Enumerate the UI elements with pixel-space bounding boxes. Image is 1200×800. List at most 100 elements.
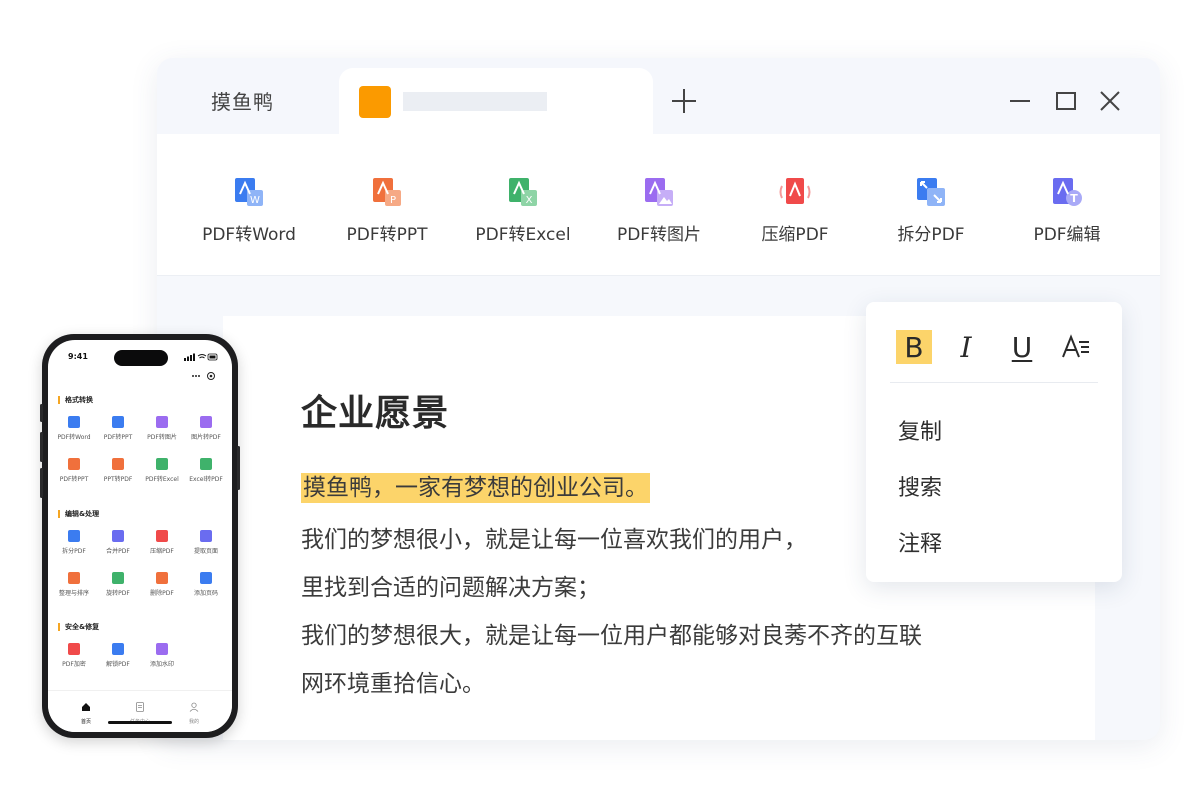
menu-item-search[interactable]: 搜索 bbox=[898, 470, 942, 502]
close-icon[interactable] bbox=[1099, 90, 1121, 112]
phone-tool-icon bbox=[156, 416, 168, 428]
phone-side-button bbox=[40, 432, 43, 462]
text-style-button[interactable] bbox=[1058, 330, 1094, 364]
phone-tool-label: 添加水印 bbox=[149, 661, 174, 668]
phone-tool-item[interactable]: 旋转PDF bbox=[96, 572, 140, 612]
tab-title-placeholder bbox=[403, 92, 547, 111]
pdf-to-ppt-icon: P bbox=[373, 178, 401, 206]
tool-label: PDF转图片 bbox=[616, 225, 702, 245]
mini-program-capsule[interactable] bbox=[184, 368, 220, 382]
tool-split-pdf[interactable]: 拆分PDF bbox=[863, 134, 999, 276]
app-name: 摸鱼鸭 bbox=[211, 90, 274, 114]
phone-tool-item[interactable]: 删除PDF bbox=[140, 572, 184, 612]
phone-tool-item[interactable]: PDF转Excel bbox=[140, 458, 184, 498]
context-menu: B I U 复制 搜索 注释 bbox=[866, 302, 1122, 582]
document-line[interactable]: 我们的梦想很大，就是让每一位用户都能够对良莠不齐的互联 bbox=[301, 616, 922, 650]
underline-button[interactable]: U bbox=[1004, 330, 1040, 364]
svg-text:W: W bbox=[250, 195, 260, 206]
phone-tool-item[interactable]: PDF加密 bbox=[52, 643, 96, 683]
nav-profile[interactable]: 我的 bbox=[174, 697, 214, 725]
tool-compress-pdf[interactable]: 压缩PDF bbox=[727, 134, 863, 276]
phone-tool-item[interactable]: PDF转Word bbox=[52, 416, 96, 456]
document-line[interactable]: 网环境重拾信心。 bbox=[301, 664, 485, 698]
tool-pdf-to-ppt[interactable]: P PDF转PPT bbox=[319, 134, 455, 276]
phone-mockup: 9:41 格式转换 PDF转Word PDF转PPT PDF转图片 图片转PDF PDF… bbox=[40, 334, 240, 738]
profile-icon bbox=[189, 702, 199, 712]
tool-pdf-to-excel[interactable]: X PDF转Excel bbox=[455, 134, 591, 276]
phone-tool-item[interactable]: 提取页面 bbox=[184, 530, 228, 570]
tool-bar: W PDF转Word P PDF转PPT X PDF转Excel PDF转图片 … bbox=[157, 134, 1160, 276]
title-bar: 摸鱼鸭 bbox=[157, 58, 1160, 134]
phone-notch bbox=[114, 350, 168, 366]
phone-tool-item[interactable]: PDF转PPT bbox=[52, 458, 96, 498]
pdf-to-excel-icon: X bbox=[509, 178, 537, 206]
phone-tool-item[interactable]: 图片转PDF bbox=[184, 416, 228, 456]
svg-text:T: T bbox=[1070, 192, 1078, 205]
format-toolbar: B I U bbox=[890, 324, 1098, 368]
phone-tool-label: 提取页面 bbox=[193, 548, 218, 555]
phone-tool-icon bbox=[112, 458, 124, 470]
phone-tool-item[interactable]: PDF转PPT bbox=[96, 416, 140, 456]
phone-tool-icon bbox=[156, 643, 168, 655]
tool-label: PDF编辑 bbox=[1033, 225, 1101, 245]
tool-label: PDF转Excel bbox=[475, 225, 571, 245]
phone-tool-icon bbox=[200, 572, 212, 584]
tool-pdf-to-word[interactable]: W PDF转Word bbox=[181, 134, 317, 276]
phone-tool-icon bbox=[112, 530, 124, 542]
pdf-to-image-icon bbox=[645, 178, 673, 206]
capsule-icons bbox=[192, 372, 215, 380]
menu-item-annotate[interactable]: 注释 bbox=[898, 526, 942, 558]
phone-tool-item[interactable]: 解锁PDF bbox=[96, 643, 140, 683]
document-tab-icon bbox=[359, 86, 391, 118]
section-title: 安全&修复 bbox=[58, 623, 99, 631]
phone-tool-icon bbox=[156, 458, 168, 470]
phone-tool-icon bbox=[68, 572, 80, 584]
tool-pdf-to-image[interactable]: PDF转图片 bbox=[591, 134, 727, 276]
phone-tool-icon bbox=[200, 416, 212, 428]
menu-item-copy[interactable]: 复制 bbox=[898, 414, 942, 446]
minimize-icon[interactable] bbox=[1009, 90, 1031, 112]
phone-side-button bbox=[40, 468, 43, 498]
phone-tool-icon bbox=[112, 572, 124, 584]
compress-pdf-icon bbox=[779, 178, 811, 204]
phone-tool-item[interactable]: 合并PDF bbox=[96, 530, 140, 570]
text-style-icon bbox=[1062, 334, 1089, 358]
phone-tool-item[interactable]: PPT转PDF bbox=[96, 458, 140, 498]
phone-tool-item[interactable]: 拆分PDF bbox=[52, 530, 96, 570]
tool-label: 拆分PDF bbox=[897, 225, 965, 245]
phone-side-button bbox=[40, 404, 43, 422]
active-tab[interactable] bbox=[339, 68, 653, 134]
highlighted-text[interactable]: 摸鱼鸭，一家有梦想的创业公司。 bbox=[301, 473, 650, 503]
phone-tool-item[interactable]: 添加水印 bbox=[140, 643, 184, 683]
phone-tool-item[interactable]: 压缩PDF bbox=[140, 530, 184, 570]
nav-home[interactable]: 首页 bbox=[66, 697, 106, 725]
nav-label: 首页 bbox=[80, 719, 91, 725]
italic-button[interactable]: I bbox=[948, 330, 984, 364]
add-tab-icon[interactable] bbox=[671, 88, 697, 114]
svg-text:P: P bbox=[390, 195, 396, 206]
document-title: 企业愿景 bbox=[301, 393, 450, 434]
phone-tool-item[interactable]: Excel转PDF bbox=[184, 458, 228, 498]
home-icon bbox=[82, 703, 90, 711]
phone-power-button bbox=[237, 446, 240, 490]
tool-grid-edit: 拆分PDF 合并PDF 压缩PDF 提取页面整理与排序 旋转PDF 删除PDF 添加页码 bbox=[52, 530, 228, 620]
maximize-icon[interactable] bbox=[1055, 90, 1077, 112]
pdf-to-word-icon: W bbox=[235, 178, 263, 206]
nav-label: 我的 bbox=[188, 719, 199, 725]
document-line[interactable]: 我们的梦想很小，就是让每一位喜欢我们的用户， bbox=[301, 520, 807, 554]
document-line[interactable]: 摸鱼鸭，一家有梦想的创业公司。 bbox=[301, 468, 650, 503]
split-pdf-icon bbox=[917, 178, 945, 206]
phone-tool-item[interactable]: 整理与排序 bbox=[52, 572, 96, 612]
phone-tool-item[interactable]: PDF转图片 bbox=[140, 416, 184, 456]
tool-label: PDF转Word bbox=[202, 225, 296, 245]
tool-pdf-edit[interactable]: T PDF编辑 bbox=[999, 134, 1135, 276]
phone-tool-icon bbox=[68, 416, 80, 428]
document-line[interactable]: 里找到合适的问题解决方案； bbox=[301, 568, 600, 602]
bold-button[interactable]: B bbox=[896, 330, 932, 364]
phone-tool-label: 图片转PDF bbox=[191, 434, 221, 441]
phone-tool-icon bbox=[68, 458, 80, 470]
svg-text:X: X bbox=[526, 195, 533, 206]
tool-grid-security: PDF加密 解锁PDF 添加水印 bbox=[52, 643, 228, 688]
pdf-edit-icon: T bbox=[1053, 178, 1082, 206]
phone-tool-item[interactable]: 添加页码 bbox=[184, 572, 228, 612]
